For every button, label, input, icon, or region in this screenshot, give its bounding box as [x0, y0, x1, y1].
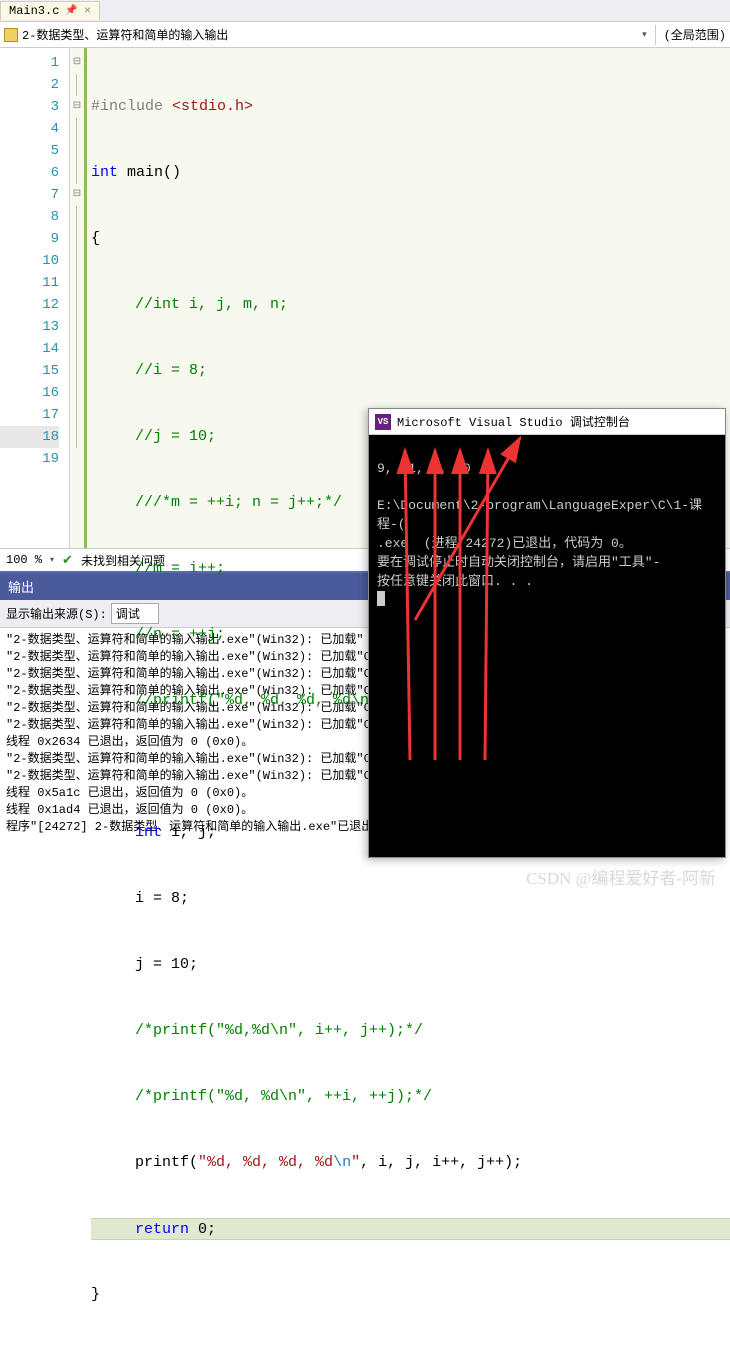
- chevron-down-icon[interactable]: ▾: [642, 30, 647, 40]
- console-title-bar[interactable]: VS Microsoft Visual Studio 调试控制台: [369, 409, 725, 435]
- console-output-line: 要在调试停止时自动关闭控制台，请启用"工具"-: [377, 555, 660, 570]
- scope-dropdown-right[interactable]: (全局范围): [664, 26, 726, 43]
- debug-console-window[interactable]: VS Microsoft Visual Studio 调试控制台 9, 11, …: [368, 408, 726, 858]
- console-title-text: Microsoft Visual Studio 调试控制台: [397, 413, 630, 430]
- tab-bar: Main3.c 📌 ×: [0, 0, 730, 22]
- cursor: [377, 591, 385, 606]
- vs-icon: VS: [375, 414, 391, 430]
- chevron-down-icon[interactable]: ▾: [50, 555, 54, 565]
- scope-right-label: (全局范围): [664, 26, 726, 43]
- file-tab[interactable]: Main3.c 📌 ×: [0, 1, 100, 20]
- line-gutter: 12345678910111213141516171819: [0, 48, 70, 548]
- nav-separator: [655, 25, 656, 45]
- zoom-level[interactable]: 100 %: [6, 553, 42, 567]
- pin-icon[interactable]: 📌: [65, 5, 77, 17]
- scope-dropdown-left[interactable]: 2-数据类型、运算符和简单的输入输出: [4, 26, 228, 43]
- file-icon: [4, 28, 18, 42]
- console-output-line: 9, 11, 8, 10: [377, 461, 471, 476]
- nav-bar: 2-数据类型、运算符和简单的输入输出 ▾ (全局范围): [0, 22, 730, 48]
- console-output-line: 按任意键关闭此窗口. . .: [377, 574, 533, 589]
- tab-filename: Main3.c: [9, 4, 59, 18]
- close-icon[interactable]: ×: [84, 4, 91, 18]
- scope-left-label: 2-数据类型、运算符和简单的输入输出: [22, 26, 228, 43]
- console-output-line: E:\Document\2-program\LanguageExper\C\1-…: [377, 498, 702, 532]
- console-body[interactable]: 9, 11, 8, 10 E:\Document\2-program\Langu…: [369, 435, 725, 635]
- fold-column[interactable]: ⊟⊟⊟: [70, 48, 84, 548]
- check-icon: ✔: [62, 553, 73, 568]
- current-line: return 0;: [91, 1218, 730, 1240]
- watermark: CSDN @编程爱好者-阿新: [526, 864, 716, 889]
- console-output-line: .exe (进程 24272)已退出，代码为 0。: [377, 536, 632, 551]
